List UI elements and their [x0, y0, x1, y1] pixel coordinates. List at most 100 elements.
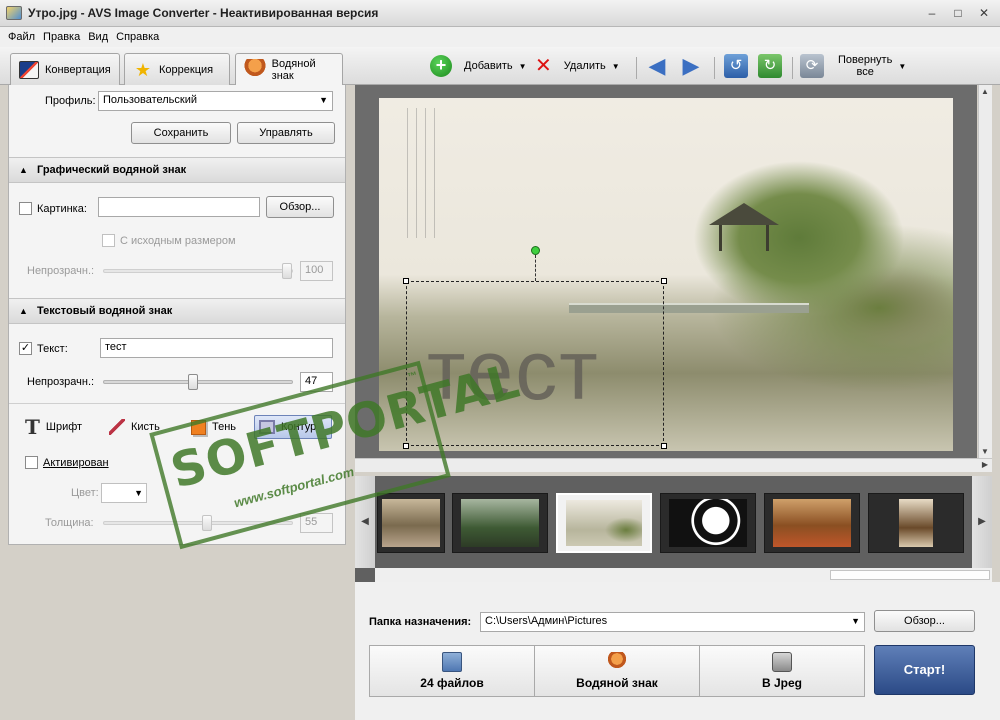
step-format[interactable]: В Jpeg [699, 645, 865, 697]
minimize-button[interactable]: – [922, 4, 942, 22]
tab-conversion-label: Конвертация [45, 63, 111, 76]
scroll-down-icon[interactable]: ▼ [981, 447, 989, 456]
resize-handle-br[interactable] [661, 443, 667, 449]
tab-correction[interactable]: ★ Коррекция [124, 53, 230, 85]
save-profile-button[interactable]: Сохранить [131, 122, 231, 144]
graphic-watermark-header[interactable]: ▲ Графический водяной знак [9, 157, 345, 183]
tab-conversion[interactable]: Конвертация [10, 53, 120, 85]
outline-thickness-label: Толщина: [45, 517, 94, 529]
maximize-button[interactable]: □ [948, 4, 968, 22]
profile-select[interactable]: Пользовательский ▼ [98, 91, 333, 111]
watermark-step-icon [607, 652, 627, 672]
font-tool-button[interactable]: T Шрифт [21, 415, 86, 439]
output-panel: Папка назначения: C:\Users\Админ\Picture… [355, 582, 1000, 720]
scroll-right-icon[interactable]: ▶ [982, 460, 988, 469]
browse-destination-button[interactable]: Обзор... [874, 610, 975, 632]
start-button[interactable]: Старт! [874, 645, 975, 695]
chevron-down-icon: ▼ [518, 61, 527, 71]
chevron-down-icon: ▼ [319, 95, 328, 105]
original-size-label: С исходным размером [120, 234, 236, 247]
slider-thumb[interactable] [282, 263, 292, 279]
thumbnail-image [669, 499, 747, 547]
menu-file[interactable]: Файл [4, 31, 39, 43]
thumbnail-image [382, 499, 440, 547]
rotate-left-icon: ↺ [724, 54, 748, 78]
thumbnail-image [899, 499, 933, 547]
resize-handle-tr[interactable] [661, 278, 667, 284]
rotate-all-button[interactable]: ⟳ Повернуть все ▼ [800, 54, 906, 78]
thumbnail-scroll-thumb[interactable] [830, 570, 990, 580]
menu-edit[interactable]: Правка [39, 31, 84, 43]
prev-image-button[interactable]: ◀ [646, 55, 668, 77]
rotate-left-button[interactable]: ↺ [724, 54, 748, 78]
outline-thickness-value[interactable]: 55 [300, 513, 333, 533]
next-image-button[interactable]: ▶ [680, 55, 702, 77]
thumbnail-scrollbar[interactable] [375, 568, 992, 582]
destination-folder-select[interactable]: C:\Users\Админ\Pictures ▼ [480, 612, 865, 632]
chevron-left-icon: ◀ [361, 516, 369, 527]
rotate-right-button[interactable]: ↻ [758, 54, 782, 78]
step-watermark[interactable]: Водяной знак [534, 645, 699, 697]
slider-thumb[interactable] [188, 374, 198, 390]
thumbnail-6[interactable] [868, 493, 964, 553]
close-button[interactable]: ✕ [974, 4, 994, 22]
title-bar: Утро.jpg - AVS Image Converter - Неактив… [0, 0, 1000, 27]
rotate-right-icon: ↻ [758, 54, 782, 78]
text-opacity-slider[interactable] [103, 374, 293, 390]
font-icon: T [25, 415, 40, 439]
resize-handle-tl[interactable] [403, 278, 409, 284]
outline-color-label: Цвет: [71, 487, 99, 499]
picture-path-input[interactable] [98, 197, 260, 217]
chevron-down-icon: ▼ [611, 61, 620, 71]
font-tool-label: Шрифт [45, 421, 83, 433]
calligraphy-decoration [403, 108, 443, 238]
rotate-all-icon: ⟳ [800, 54, 824, 78]
add-button[interactable]: + Добавить ▼ [430, 55, 527, 77]
files-icon [442, 652, 462, 672]
workflow-steps: 24 файлов Водяной знак В Jpeg [369, 645, 865, 697]
tab-watermark[interactable]: Водяной знак [235, 53, 343, 86]
preview-horizontal-scrollbar[interactable]: ▶ [355, 458, 992, 472]
outline-activated-checkbox[interactable] [25, 456, 38, 469]
graphic-opacity-label: Непрозрачн.: [27, 265, 95, 277]
step-files[interactable]: 24 файлов [369, 645, 534, 697]
browse-picture-button[interactable]: Обзор... [266, 196, 334, 218]
thumbnail-2[interactable] [452, 493, 548, 553]
window-title: Утро.jpg - AVS Image Converter - Неактив… [28, 6, 379, 20]
rotation-handle[interactable] [531, 246, 540, 255]
original-size-checkbox[interactable] [102, 234, 115, 247]
tab-correction-label: Коррекция [159, 63, 214, 76]
thumbnail-3-selected[interactable] [556, 493, 652, 553]
graphic-opacity-slider[interactable] [103, 263, 293, 279]
chevron-right-icon: ▶ [978, 516, 986, 527]
step-format-label: В Jpeg [761, 676, 802, 690]
tab-watermark-label: Водяной знак [271, 58, 316, 82]
preview-vertical-scrollbar[interactable]: ▲ ▼ [978, 85, 992, 458]
toolbar-divider [792, 57, 793, 79]
outline-color-picker[interactable]: ▼ [101, 483, 147, 503]
text-checkbox[interactable]: ✓ [19, 342, 32, 355]
thumbnail-4[interactable] [660, 493, 756, 553]
menu-view[interactable]: Вид [84, 31, 112, 43]
delete-button[interactable]: ✕ Удалить ▼ [535, 55, 620, 77]
chevron-down-icon: ▼ [898, 61, 907, 71]
text-watermark-header[interactable]: ▲ Текстовый водяной знак [9, 298, 345, 324]
menu-help[interactable]: Справка [112, 31, 163, 43]
rotation-guide [535, 255, 536, 281]
watermark-text-input[interactable]: тест [100, 338, 333, 358]
thumbs-next-button[interactable]: ▶ [972, 476, 992, 568]
thumbnail-5[interactable] [764, 493, 860, 553]
thumbnail-1[interactable] [377, 493, 445, 553]
manage-profile-button[interactable]: Управлять [237, 122, 335, 144]
plus-icon: + [430, 55, 452, 77]
thumbnail-strip: ◀ ▶ [355, 476, 992, 582]
text-label: Текст: [37, 342, 68, 355]
pavilion-shape [709, 193, 779, 253]
toolbar: Конвертация ★ Коррекция Водяной знак + Д… [0, 47, 1000, 86]
app-icon [6, 6, 22, 20]
arrow-left-icon: ◀ [648, 53, 666, 78]
scroll-up-icon[interactable]: ▲ [981, 87, 989, 96]
picture-checkbox[interactable] [19, 202, 32, 215]
graphic-opacity-value[interactable]: 100 [300, 261, 333, 281]
thumbnail-image [461, 499, 539, 547]
